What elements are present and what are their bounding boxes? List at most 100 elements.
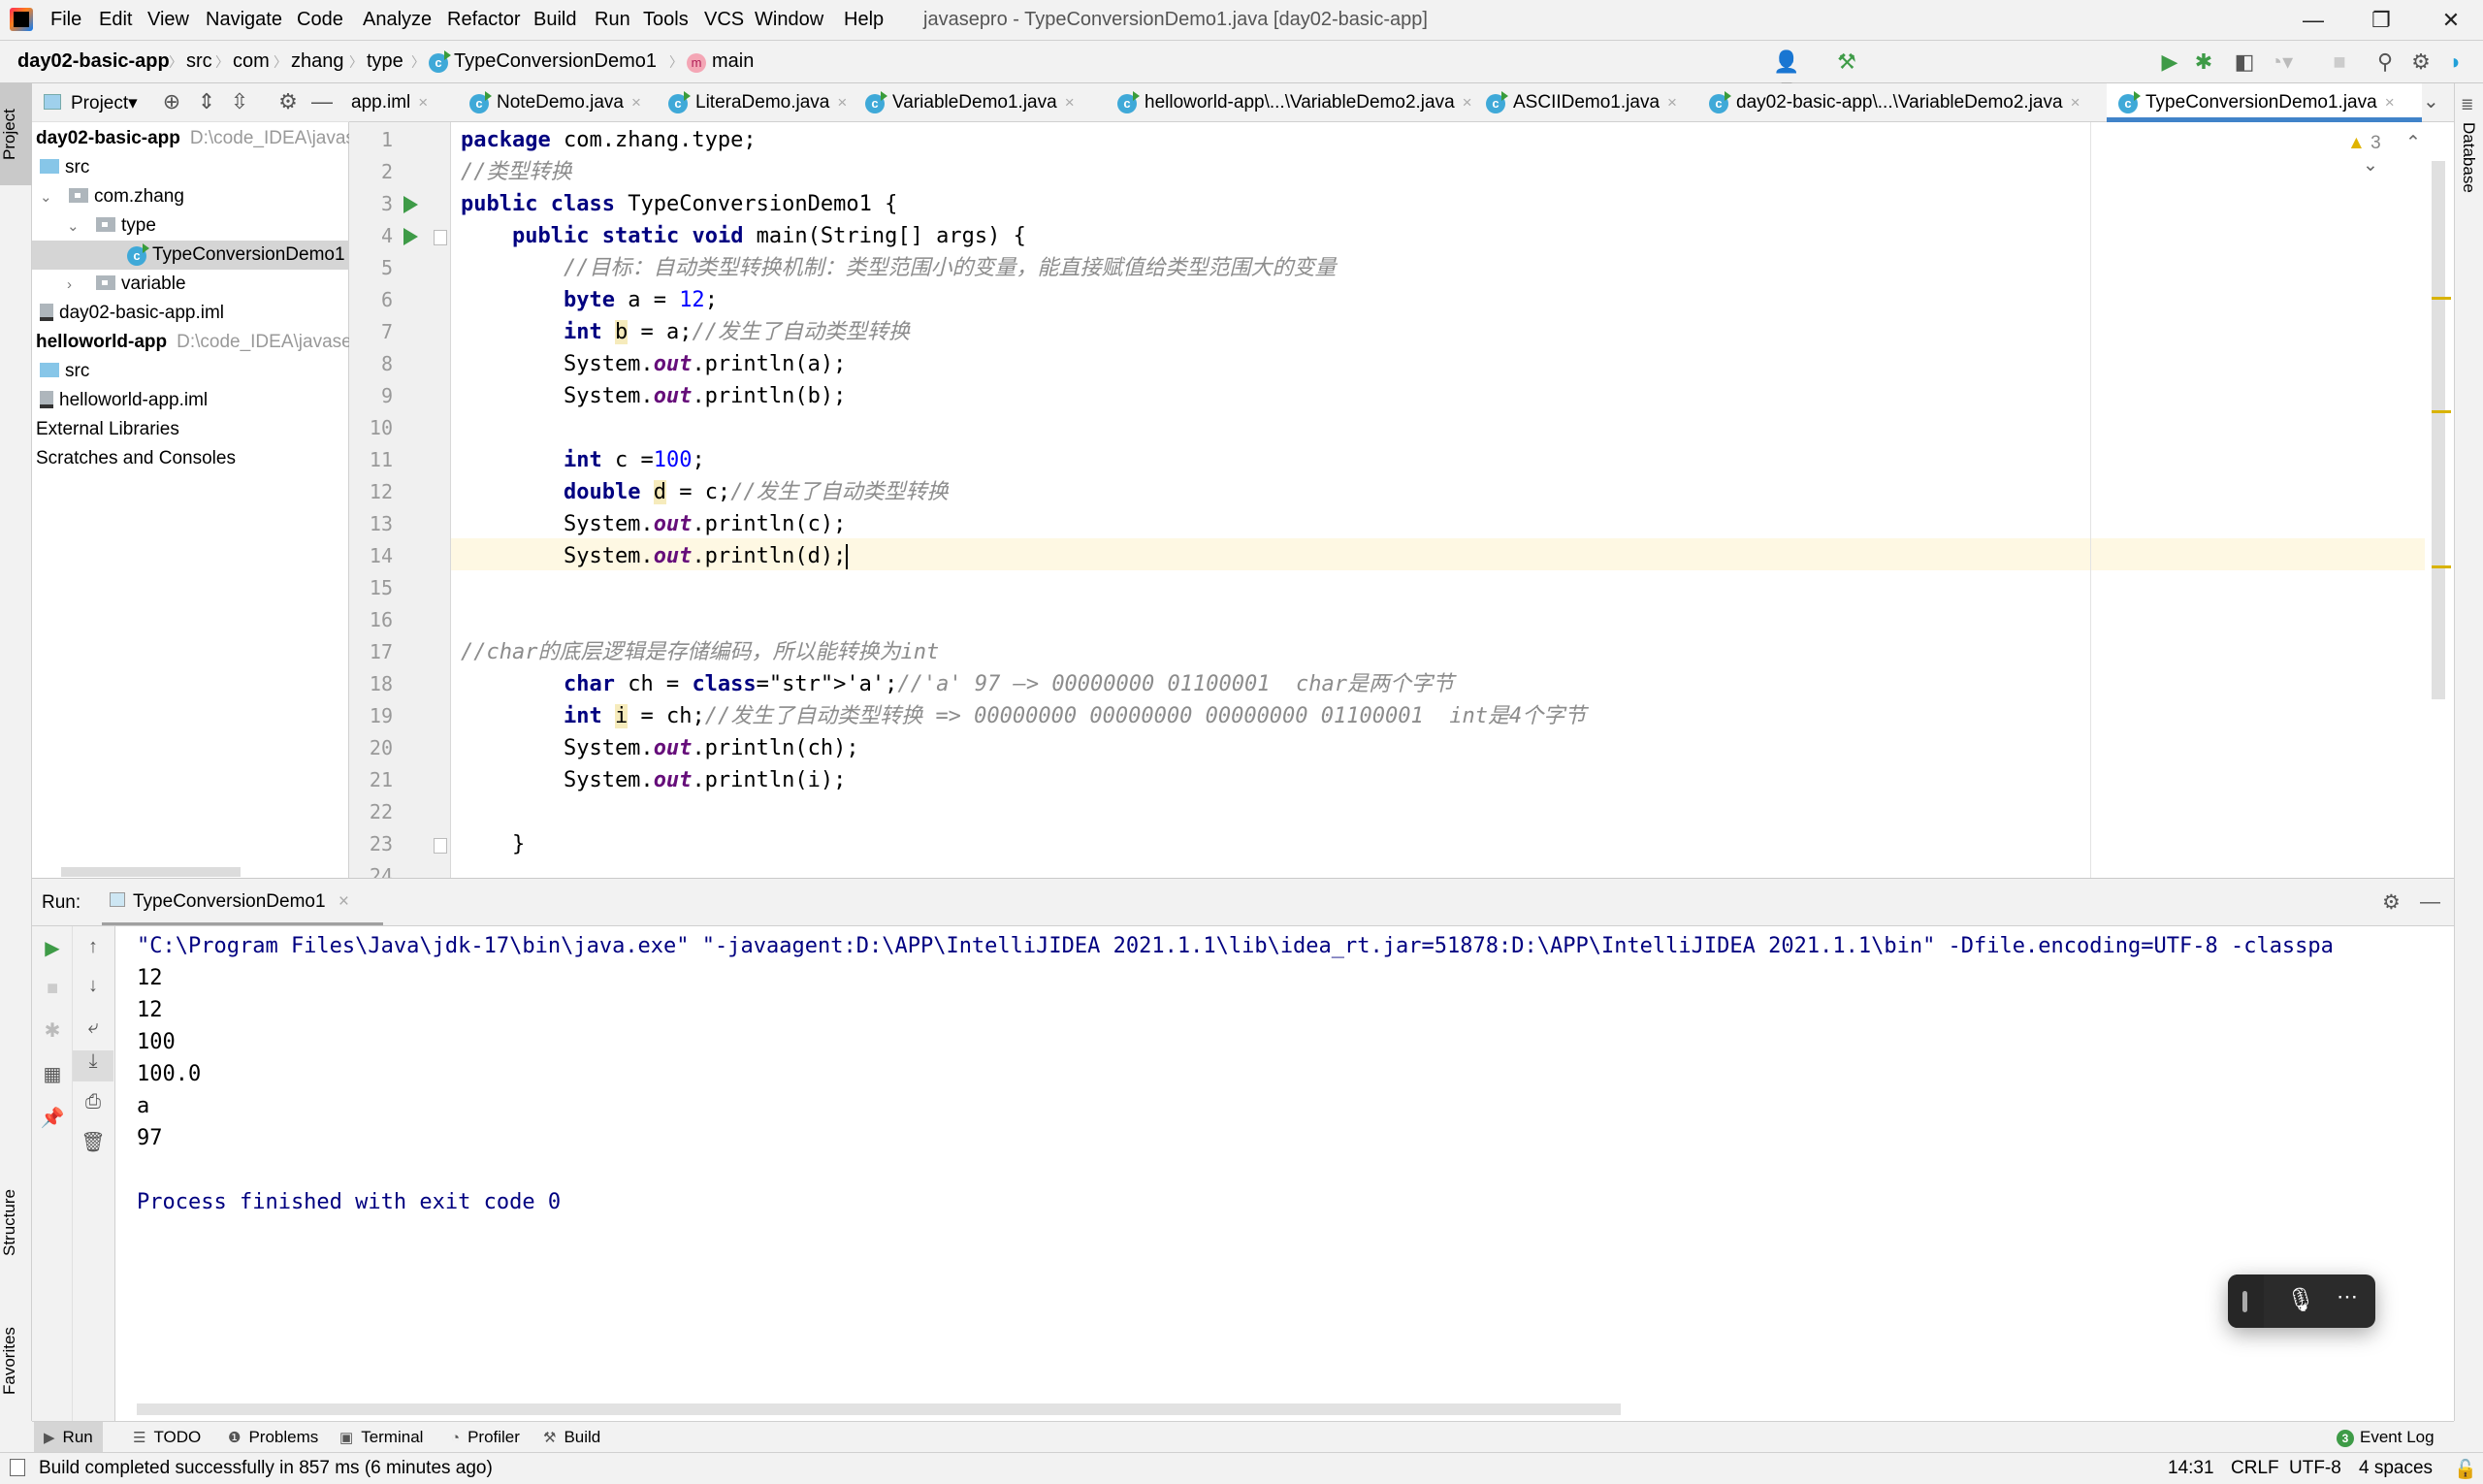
project-tree-item[interactable]: src bbox=[32, 153, 349, 182]
lock-icon[interactable]: 🔓 bbox=[2454, 1458, 2477, 1481]
more-options-icon[interactable]: ⋯ bbox=[2337, 1284, 2358, 1309]
tool-window-profiler[interactable]: ◔ Profiler bbox=[441, 1422, 530, 1453]
hide-panel-icon[interactable]: — bbox=[2420, 890, 2440, 914]
stop-icon[interactable]: ■ bbox=[32, 978, 73, 1000]
project-hscrollbar[interactable] bbox=[61, 867, 241, 877]
menu-edit[interactable]: Edit bbox=[99, 9, 132, 31]
expand-all-icon[interactable]: ⇕ bbox=[193, 89, 220, 114]
code-line[interactable]: } bbox=[461, 828, 525, 860]
previous-highlight-icon[interactable]: ⌃ bbox=[2405, 133, 2421, 153]
editor-vertical-scrollbar[interactable] bbox=[2432, 161, 2445, 699]
code-line[interactable]: int c =100; bbox=[461, 444, 705, 476]
code-line[interactable]: System.out.println(d); bbox=[461, 540, 849, 572]
editor-tab[interactable]: c ASCIIDemo1.java × bbox=[1474, 83, 1688, 122]
drag-handle[interactable] bbox=[2228, 1274, 2264, 1328]
line-number[interactable]: 17 bbox=[349, 640, 393, 663]
close-tab-icon[interactable]: × bbox=[339, 891, 349, 912]
indent-setting[interactable]: 4 spaces bbox=[2359, 1458, 2433, 1479]
toolbox-icon[interactable]: ◗ bbox=[2442, 49, 2469, 75]
close-tab-icon[interactable]: × bbox=[837, 93, 847, 112]
warning-marker[interactable] bbox=[2432, 565, 2451, 568]
project-tree-item[interactable]: External Libraries bbox=[32, 415, 349, 444]
code-line[interactable]: //目标：自动类型转换机制：类型范围小的变量，能直接赋值给类型范围大的变量 bbox=[461, 252, 1337, 284]
code-line[interactable]: package com.zhang.type; bbox=[461, 124, 757, 156]
code-line[interactable]: int i = ch;//发生了自动类型转换 => 00000000 00000… bbox=[461, 700, 1586, 732]
build-hammer-icon[interactable]: ⚒ bbox=[1833, 49, 1860, 75]
line-number[interactable]: 24 bbox=[349, 864, 393, 878]
line-number[interactable]: 2 bbox=[349, 160, 393, 183]
breadcrumb-item[interactable]: com bbox=[233, 50, 270, 73]
menu-file[interactable]: File bbox=[50, 9, 81, 31]
line-number[interactable]: 18 bbox=[349, 672, 393, 695]
editor-tab[interactable]: c TypeConversionDemo1.java × bbox=[2107, 83, 2422, 122]
print-icon[interactable]: ⎙ bbox=[73, 1091, 113, 1113]
settings-icon[interactable]: ⚙ bbox=[2407, 49, 2435, 75]
close-button[interactable]: ✕ bbox=[2422, 4, 2480, 37]
project-tree-item[interactable]: helloworld-app.iml bbox=[32, 386, 349, 415]
tabs-overflow-chevron-icon[interactable]: ⌄ bbox=[2423, 89, 2439, 113]
minimize-button[interactable]: — bbox=[2284, 4, 2342, 37]
tool-window-problems[interactable]: ❶ Problems bbox=[218, 1422, 328, 1453]
line-number[interactable]: 11 bbox=[349, 448, 393, 471]
close-tab-icon[interactable]: × bbox=[1463, 93, 1472, 112]
restore-button[interactable]: ❐ bbox=[2352, 4, 2410, 37]
rerun-icon[interactable]: ▶ bbox=[32, 936, 73, 960]
warning-marker[interactable] bbox=[2432, 410, 2451, 413]
profile-icon[interactable]: ◔▾ bbox=[2268, 49, 2295, 75]
pin-icon[interactable]: 📌 bbox=[32, 1106, 73, 1130]
file-encoding[interactable]: UTF-8 bbox=[2289, 1458, 2341, 1479]
line-number[interactable]: 21 bbox=[349, 768, 393, 791]
code-line[interactable]: System.out.println(b); bbox=[461, 380, 846, 412]
search-icon[interactable]: ⚲ bbox=[2371, 49, 2399, 75]
menu-code[interactable]: Code bbox=[297, 9, 343, 31]
menu-navigate[interactable]: Navigate bbox=[206, 9, 282, 31]
close-tab-icon[interactable]: × bbox=[1667, 93, 1677, 112]
project-tree-item[interactable]: Scratches and Consoles bbox=[32, 444, 349, 473]
close-tab-icon[interactable]: × bbox=[1065, 93, 1075, 112]
code-editor[interactable]: 1 2 3 4 5 6 7 8 9 10 11 12 13 14 15 16 17 18 19 20 21 22 23 24 … bbox=[349, 122, 2454, 878]
breadcrumb-item[interactable]: type bbox=[367, 50, 403, 73]
close-tab-icon[interactable]: × bbox=[418, 93, 428, 112]
arrow-down-icon[interactable]: ↓ bbox=[73, 975, 113, 997]
menu-vcs[interactable]: VCS bbox=[704, 9, 744, 31]
line-number[interactable]: 23 bbox=[349, 832, 393, 855]
project-tree-item[interactable]: day02-basic-app.iml bbox=[32, 299, 349, 328]
line-number[interactable]: 8 bbox=[349, 352, 393, 375]
chevron-down-icon[interactable]: ⌄ bbox=[67, 212, 84, 241]
line-number[interactable]: 1 bbox=[349, 128, 393, 151]
line-number[interactable]: 4 bbox=[349, 224, 393, 247]
chevron-right-icon[interactable]: › bbox=[67, 271, 84, 299]
line-number[interactable]: 9 bbox=[349, 384, 393, 407]
code-line[interactable]: System.out.println(i); bbox=[461, 764, 846, 796]
line-number[interactable]: 5 bbox=[349, 256, 393, 279]
menu-view[interactable]: View bbox=[147, 9, 189, 31]
breadcrumb-item[interactable]: m main bbox=[687, 50, 754, 73]
code-line[interactable]: int b = a;//发生了自动类型转换 bbox=[461, 316, 910, 348]
project-tool-tab[interactable]: Project bbox=[0, 83, 32, 185]
code-line[interactable]: char ch = class="str">'a';//'a' 97 —> 00… bbox=[461, 668, 1454, 700]
warning-marker[interactable] bbox=[2432, 297, 2451, 300]
project-tree-item[interactable]: › variable bbox=[32, 270, 349, 299]
project-tree-item[interactable]: src bbox=[32, 357, 349, 386]
project-tree-item[interactable]: ⌄ com.zhang bbox=[32, 182, 349, 211]
next-highlight-icon[interactable]: ⌄ bbox=[2363, 155, 2378, 176]
fold-icon[interactable] bbox=[434, 230, 447, 245]
settings-icon[interactable]: ⚙ bbox=[274, 89, 302, 114]
close-tab-icon[interactable]: × bbox=[2385, 93, 2395, 112]
run-icon[interactable]: ▶ bbox=[2156, 49, 2183, 75]
editor-tab[interactable]: c day02-basic-app\...\VariableDemo2.java × bbox=[1697, 83, 2095, 122]
project-tree-item[interactable]: ⌄ type bbox=[32, 211, 349, 241]
soft-wrap-icon[interactable]: ⤶ bbox=[73, 1016, 113, 1039]
line-number[interactable]: 14 bbox=[349, 544, 393, 567]
structure-tool-tab[interactable]: Structure bbox=[0, 1165, 32, 1281]
close-tab-icon[interactable]: × bbox=[2071, 93, 2080, 112]
editor-tab[interactable]: c LiteraDemo.java × bbox=[657, 83, 847, 122]
code-line[interactable]: //类型转换 bbox=[461, 156, 572, 188]
project-view-dropdown[interactable]: Project▾ bbox=[71, 92, 138, 114]
database-tool-tab[interactable]: Database bbox=[2459, 122, 2478, 193]
fold-icon[interactable] bbox=[434, 838, 447, 854]
code-line[interactable]: System.out.println(c); bbox=[461, 508, 846, 540]
run-console[interactable]: ▶ ■ ✱ ▦ 📌 ↑ ↓ ⤶ ⤓ ⎙ 🗑 "C:\Program Files\… bbox=[32, 926, 2454, 1421]
code-line[interactable]: double d = c;//发生了自动类型转换 bbox=[461, 476, 949, 508]
arrow-up-icon[interactable]: ↑ bbox=[73, 936, 113, 958]
